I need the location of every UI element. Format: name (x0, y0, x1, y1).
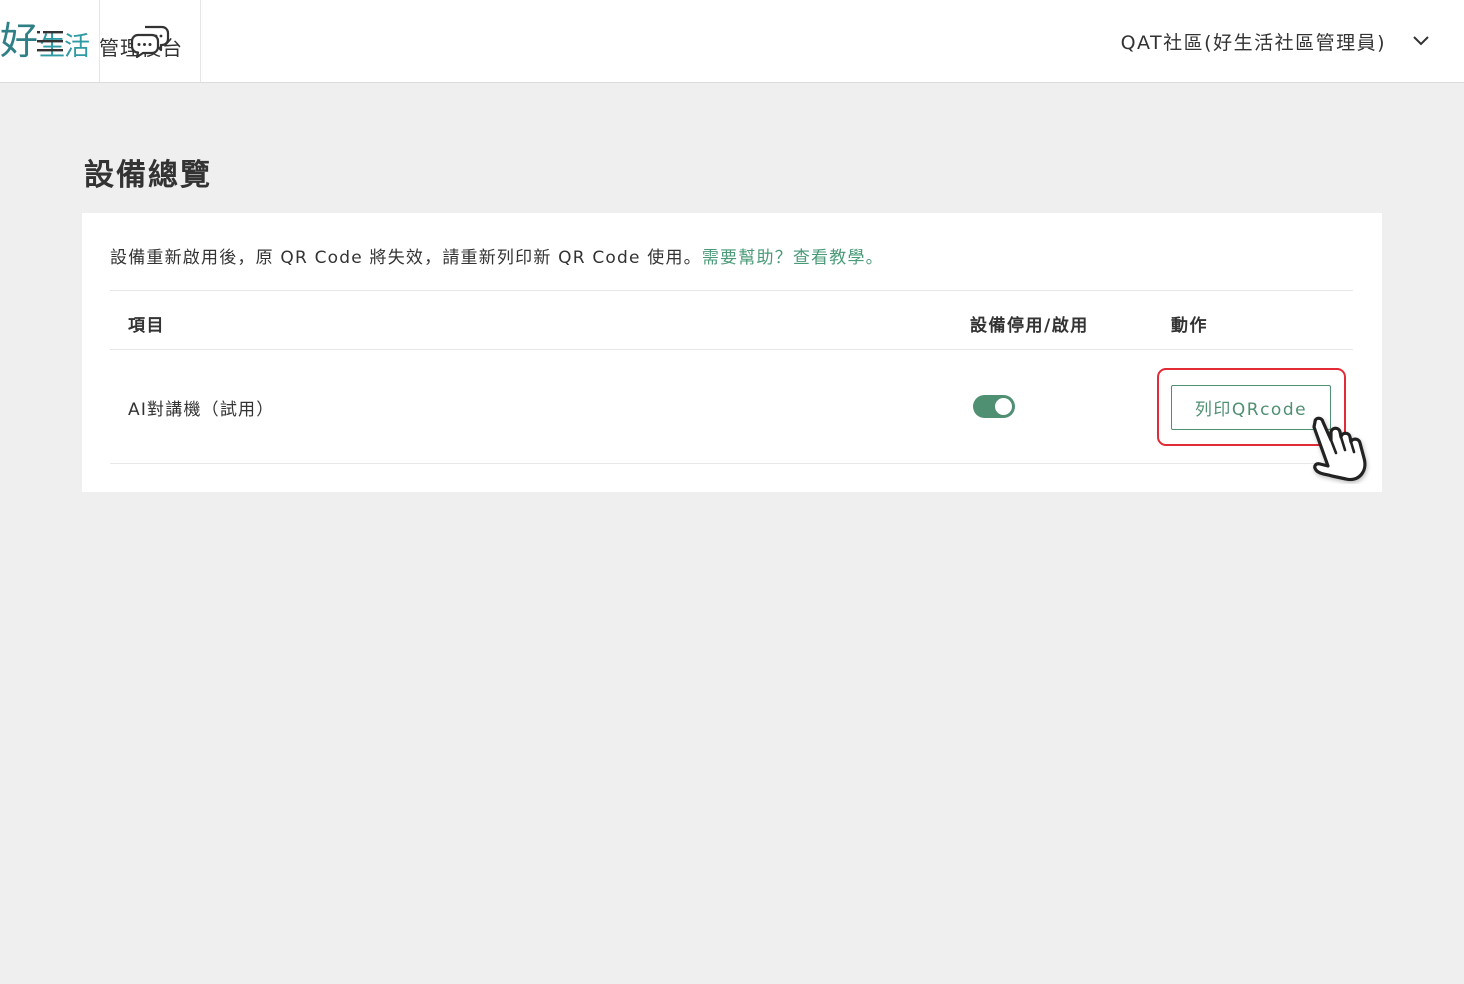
device-name: AI對講機（試用） (128, 400, 275, 420)
hamburger-menu-icon (36, 31, 63, 52)
divider (110, 349, 1353, 350)
help-link[interactable]: 需要幫助？查看教學。 (702, 248, 884, 268)
column-header-toggle: 設備停用/啟用 (970, 316, 1089, 336)
community-dropdown-toggle[interactable] (1410, 30, 1432, 52)
notice-message: 設備重新啟用後，原 QR Code 將失效，請重新列印新 QR Code 使用。 (110, 248, 702, 268)
community-selector[interactable]: QAT社區(好生活社區管理員) (1121, 0, 1386, 82)
column-header-action: 動作 (1171, 316, 1208, 336)
chat-bubbles-icon (130, 25, 170, 59)
chevron-down-icon (1413, 36, 1429, 46)
divider (110, 463, 1353, 464)
divider (110, 290, 1353, 291)
menu-button[interactable] (0, 0, 100, 82)
notice-text: 設備重新啟用後，原 QR Code 將失效，請重新列印新 QR Code 使用。… (110, 243, 884, 268)
toggle-knob (995, 398, 1012, 415)
column-header-item: 項目 (128, 316, 165, 336)
messages-button[interactable] (100, 0, 201, 82)
community-name: QAT社區(好生活社區管理員) (1120, 31, 1386, 54)
device-enable-toggle[interactable] (973, 395, 1015, 418)
device-overview-card: 設備重新啟用後，原 QR Code 將失效，請重新列印新 QR Code 使用。… (82, 213, 1382, 492)
top-bar: 好 生活 管理後台 QAT社區(好生活社區管理員) (0, 0, 1464, 83)
hand-pointer-cursor-icon (1312, 416, 1367, 482)
page-title: 設備總覽 (84, 158, 212, 193)
